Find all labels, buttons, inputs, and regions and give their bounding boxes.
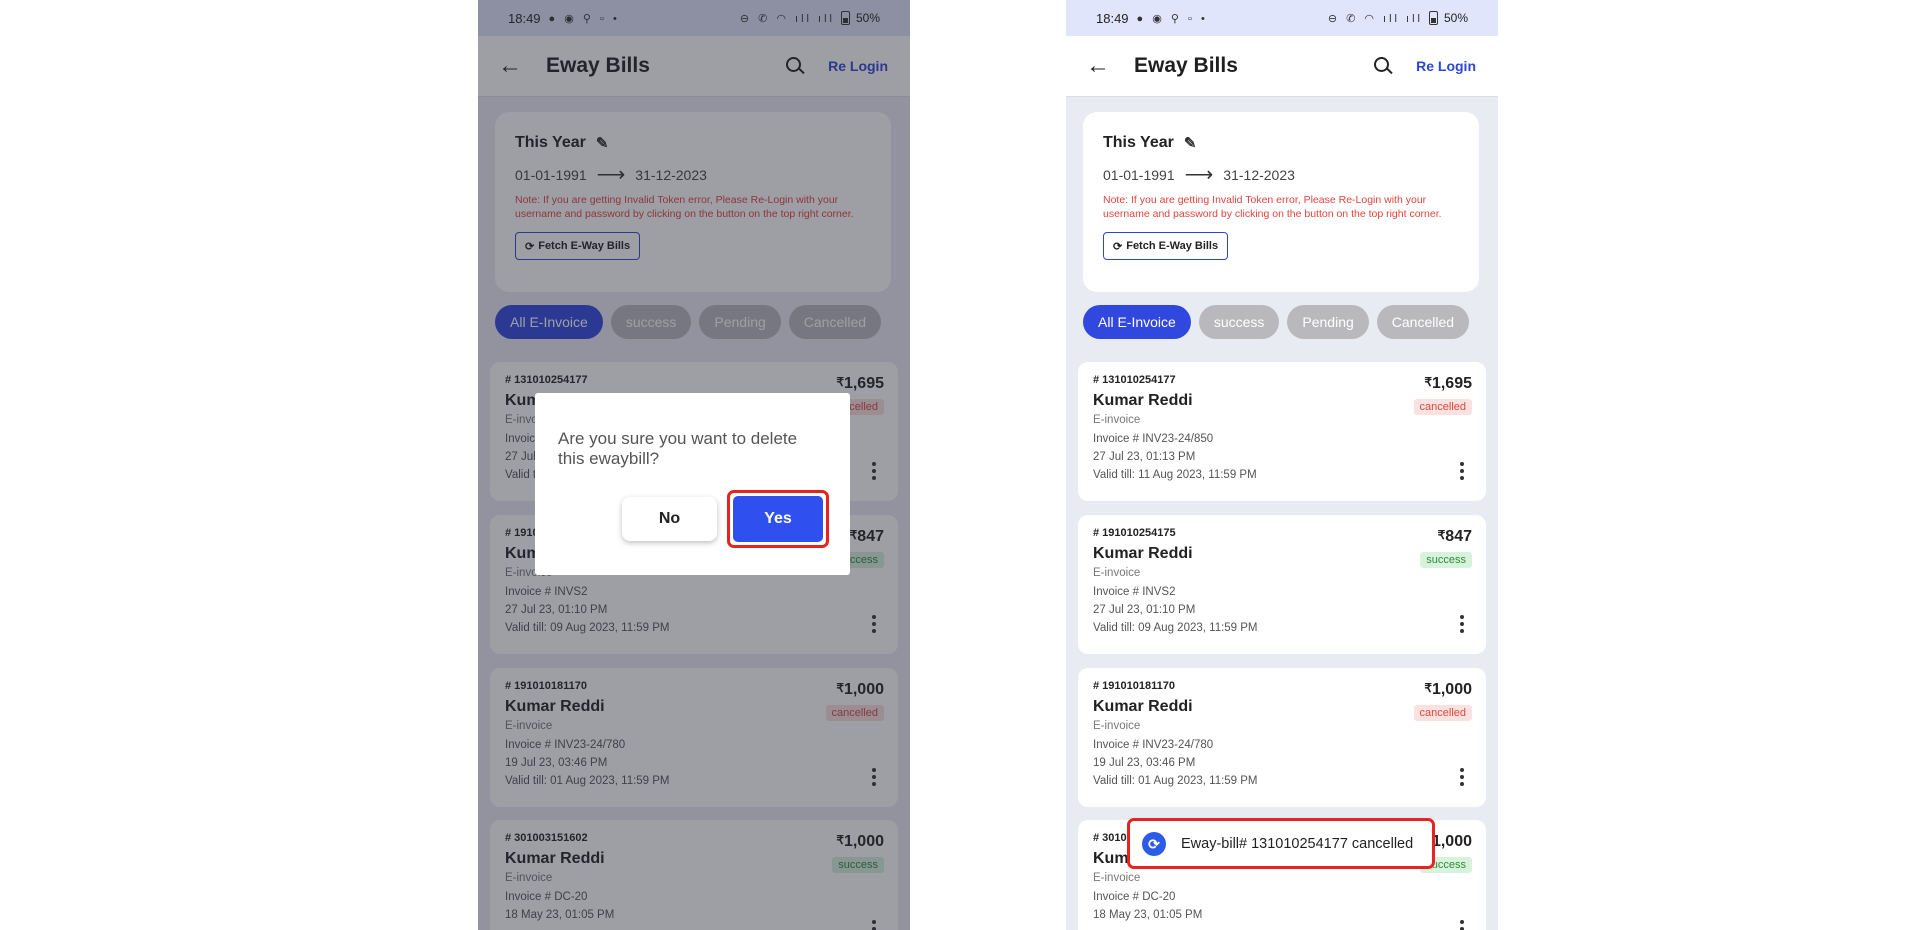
- valid-till: Valid till: 01 Aug 2023, 11:59 PM: [1093, 775, 1258, 787]
- notification-icons: ● ◉ ⚲ ▫ •: [1136, 12, 1208, 25]
- amount-value: 1,695: [1431, 375, 1472, 392]
- fetch-label: Fetch E-Way Bills: [1126, 240, 1219, 252]
- delete-confirm-dialog: Are you sure you want to delete this ewa…: [535, 393, 850, 575]
- bill-number: # 191010254175: [1093, 527, 1176, 539]
- status-filter-chips: All E-Invoice success Pending Cancelled: [1083, 305, 1470, 339]
- party-name: Kumar Reddi: [1093, 545, 1193, 562]
- invoice-number: Invoice # INV23-24/780: [1093, 739, 1214, 751]
- bill-amount: ₹1,695: [1424, 375, 1472, 393]
- no-button[interactable]: No: [622, 497, 717, 541]
- dialog-message: Are you sure you want to delete this ewa…: [558, 429, 798, 468]
- toast-message: Eway-bill# 131010254177 cancelled: [1181, 836, 1414, 852]
- date-to: 31-12-2023: [1223, 166, 1295, 183]
- bill-type: E-invoice: [1093, 414, 1141, 426]
- back-arrow-icon[interactable]: ←: [1086, 54, 1112, 78]
- invoice-number: Invoice # INV23-24/850: [1093, 433, 1214, 445]
- amount-value: 847: [1445, 528, 1472, 545]
- amount-value: 1,000: [1431, 833, 1472, 850]
- bill-number: # 191010181170: [1093, 680, 1175, 692]
- bill-type: E-invoice: [1093, 720, 1141, 732]
- more-options-icon[interactable]: [1460, 768, 1464, 789]
- chip-success[interactable]: success: [1198, 305, 1280, 339]
- period-selector[interactable]: This Year ✎: [1103, 134, 1459, 152]
- bill-datetime: 19 Jul 23, 03:46 PM: [1093, 757, 1196, 769]
- bill-datetime: 27 Jul 23, 01:10 PM: [1093, 604, 1196, 616]
- app-header: ← Eway Bills Re Login: [1066, 36, 1498, 97]
- status-badge: cancelled: [1413, 399, 1472, 415]
- currency-symbol: ₹: [1424, 681, 1432, 695]
- invoice-number: Invoice # DC-20: [1093, 891, 1176, 903]
- refresh-icon: ⟳: [1113, 240, 1123, 253]
- phone-screen-result: 18:49 ● ◉ ⚲ ▫ • ⊖ ✆ ◠ ıll ıll 50% ← Eway…: [1066, 0, 1498, 930]
- yes-button[interactable]: Yes: [733, 496, 823, 542]
- phone-screen-confirm: 18:49 ● ◉ ⚲ ▫ • ⊖ ✆ ◠ ıll ıll 50% ← Eway…: [478, 0, 910, 930]
- token-note: Note: If you are getting Invalid Token e…: [1103, 194, 1442, 220]
- search-icon[interactable]: [1372, 55, 1394, 77]
- invoice-number: Invoice # INVS2: [1093, 586, 1176, 598]
- status-badge: cancelled: [1413, 705, 1472, 721]
- relogin-button[interactable]: Re Login: [1416, 58, 1476, 74]
- chip-pending[interactable]: Pending: [1287, 305, 1369, 339]
- amount-value: 1,000: [1431, 681, 1472, 698]
- status-badge: success: [1420, 552, 1472, 568]
- pencil-icon[interactable]: ✎: [1184, 134, 1197, 152]
- battery-icon: [1428, 11, 1438, 25]
- valid-till: Valid till: 09 Aug 2023, 11:59 PM: [1093, 622, 1258, 634]
- fetch-eway-bills-button[interactable]: ⟳ Fetch E-Way Bills: [1103, 232, 1229, 260]
- bill-datetime: 27 Jul 23, 01:13 PM: [1093, 451, 1196, 463]
- app-logo-icon: ⟳: [1142, 832, 1166, 856]
- bill-datetime: 18 May 23, 01:05 PM: [1093, 909, 1203, 921]
- date-range: 01-01-1991 ⟶ 31-12-2023: [1103, 162, 1459, 187]
- more-options-icon[interactable]: [1460, 920, 1464, 930]
- bill-amount: ₹1,000: [1424, 681, 1472, 699]
- currency-symbol: ₹: [1424, 375, 1432, 389]
- period-label: This Year: [1103, 134, 1174, 151]
- bill-type: E-invoice: [1093, 872, 1141, 884]
- signal-icons: ⊖ ✆ ◠ ıll ıll: [1327, 12, 1423, 25]
- valid-till: Valid till: 11 Aug 2023, 11:59 PM: [1093, 469, 1257, 481]
- toast-notification: ⟳ Eway-bill# 131010254177 cancelled: [1134, 824, 1428, 864]
- bill-amount: ₹847: [1438, 528, 1472, 546]
- bill-card[interactable]: # 131010254177 Kumar Reddi E-invoice Inv…: [1078, 362, 1486, 501]
- bill-card[interactable]: # 191010254175 Kumar Reddi E-invoice Inv…: [1078, 515, 1486, 654]
- more-options-icon[interactable]: [1460, 462, 1464, 483]
- bill-number: # 131010254177: [1093, 374, 1176, 386]
- page-title: Eway Bills: [1134, 54, 1238, 77]
- bill-type: E-invoice: [1093, 567, 1141, 579]
- arrow-right-icon: ⟶: [1184, 164, 1214, 186]
- chip-all-e-invoice[interactable]: All E-Invoice: [1083, 305, 1191, 339]
- system-icons: ⊖ ✆ ◠ ıll ıll 50%: [1328, 11, 1468, 25]
- status-bar: 18:49 ● ◉ ⚲ ▫ • ⊖ ✆ ◠ ıll ıll 50%: [1066, 0, 1498, 36]
- date-from: 01-01-1991: [1103, 166, 1175, 183]
- status-time: 18:49: [1096, 10, 1129, 26]
- date-filter-card: This Year ✎ 01-01-1991 ⟶ 31-12-2023 Note…: [1083, 112, 1479, 292]
- more-options-icon[interactable]: [1460, 615, 1464, 636]
- bill-card[interactable]: # 191010181170 Kumar Reddi E-invoice Inv…: [1078, 668, 1486, 807]
- chip-cancelled[interactable]: Cancelled: [1376, 305, 1470, 339]
- battery-level: 50%: [1443, 11, 1468, 25]
